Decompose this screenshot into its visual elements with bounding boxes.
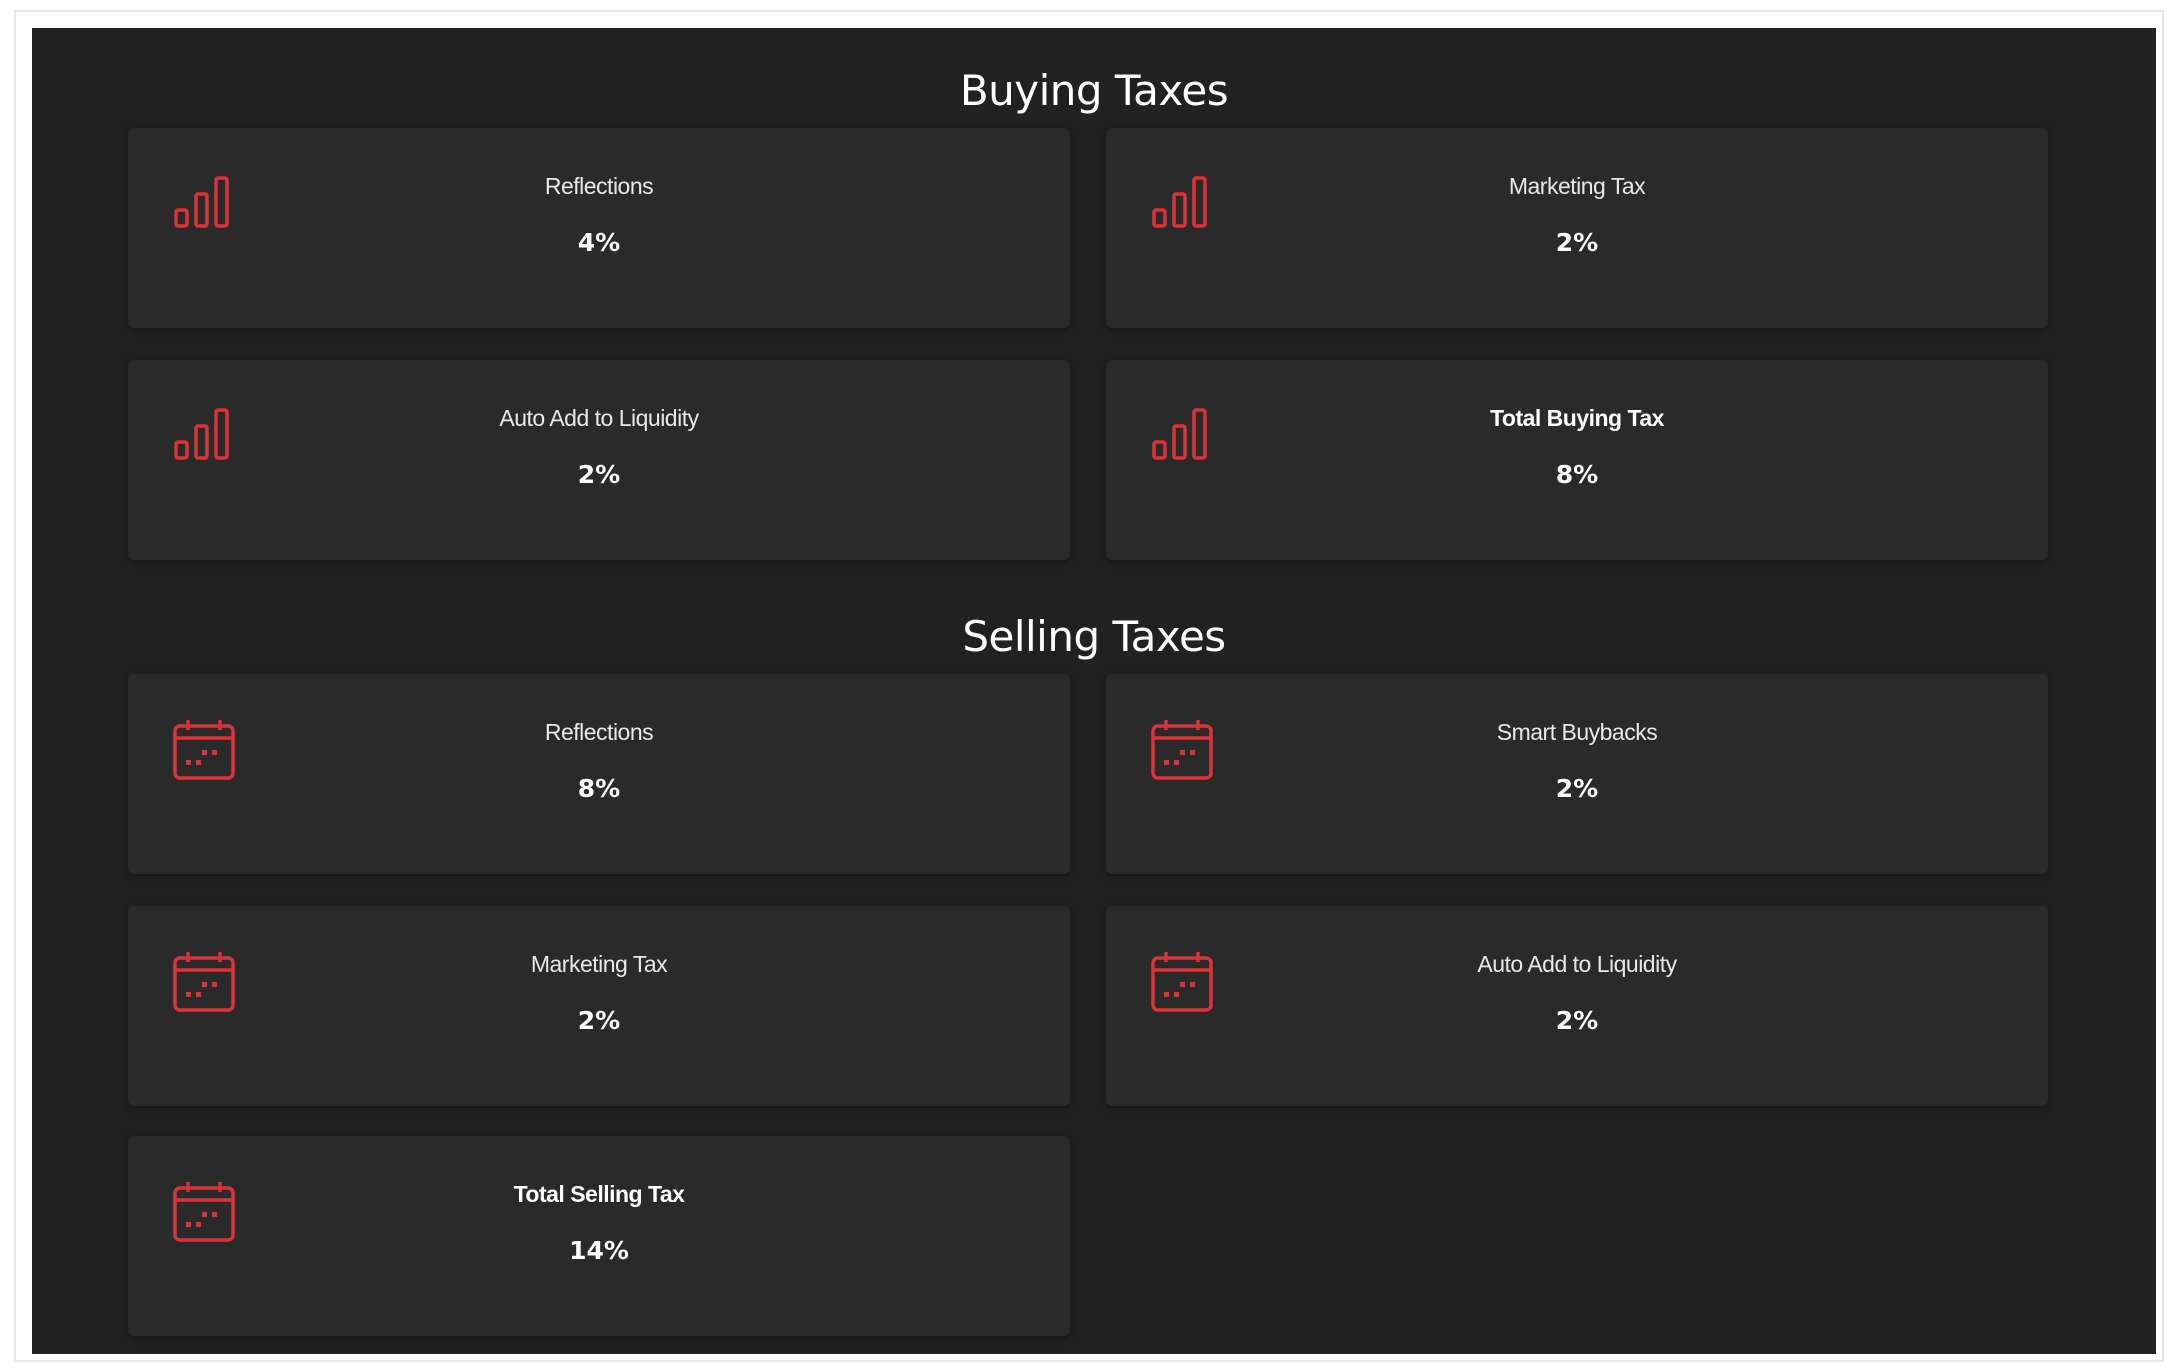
card-value: 2% [577, 1006, 621, 1035]
card-value: 14% [569, 1236, 629, 1265]
taxes-panel: Buying Taxes Reflections 4% Marketing Ta… [32, 28, 2156, 1354]
card-label: Reflections [544, 719, 654, 745]
total-buying-tax-card: Total Buying Tax 8% [1106, 360, 2048, 560]
buying-taxes-title: Buying Taxes [959, 66, 1229, 115]
buying-auto-liquidity-card: Auto Add to Liquidity 2% [128, 360, 1070, 560]
total-selling-tax-card: Total Selling Tax 14% [128, 1136, 1070, 1336]
selling-marketing-tax-card: Marketing Tax 2% [128, 906, 1070, 1106]
card-label: Reflections [544, 173, 654, 199]
selling-reflections-card: Reflections 8% [128, 674, 1070, 874]
card-label: Marketing Tax [1508, 173, 1646, 199]
buying-marketing-tax-card: Marketing Tax 2% [1106, 128, 2048, 328]
selling-smart-buybacks-card: Smart Buybacks 2% [1106, 674, 2048, 874]
selling-taxes-title: Selling Taxes [962, 612, 1226, 661]
card-value: 2% [1555, 774, 1599, 803]
buying-reflections-card: Reflections 4% [128, 128, 1070, 328]
card-value: 4% [577, 228, 621, 257]
card-value: 8% [577, 774, 621, 803]
card-label: Smart Buybacks [1496, 719, 1658, 745]
card-label: Total Selling Tax [513, 1181, 685, 1207]
card-label: Marketing Tax [530, 951, 668, 977]
selling-auto-liquidity-card: Auto Add to Liquidity 2% [1106, 906, 2048, 1106]
card-value: 2% [1555, 1006, 1599, 1035]
card-value: 2% [1555, 228, 1599, 257]
card-value: 8% [1555, 460, 1599, 489]
card-label: Auto Add to Liquidity [1477, 951, 1677, 977]
card-label: Total Buying Tax [1490, 405, 1664, 431]
card-label: Auto Add to Liquidity [499, 405, 699, 431]
card-value: 2% [577, 460, 621, 489]
